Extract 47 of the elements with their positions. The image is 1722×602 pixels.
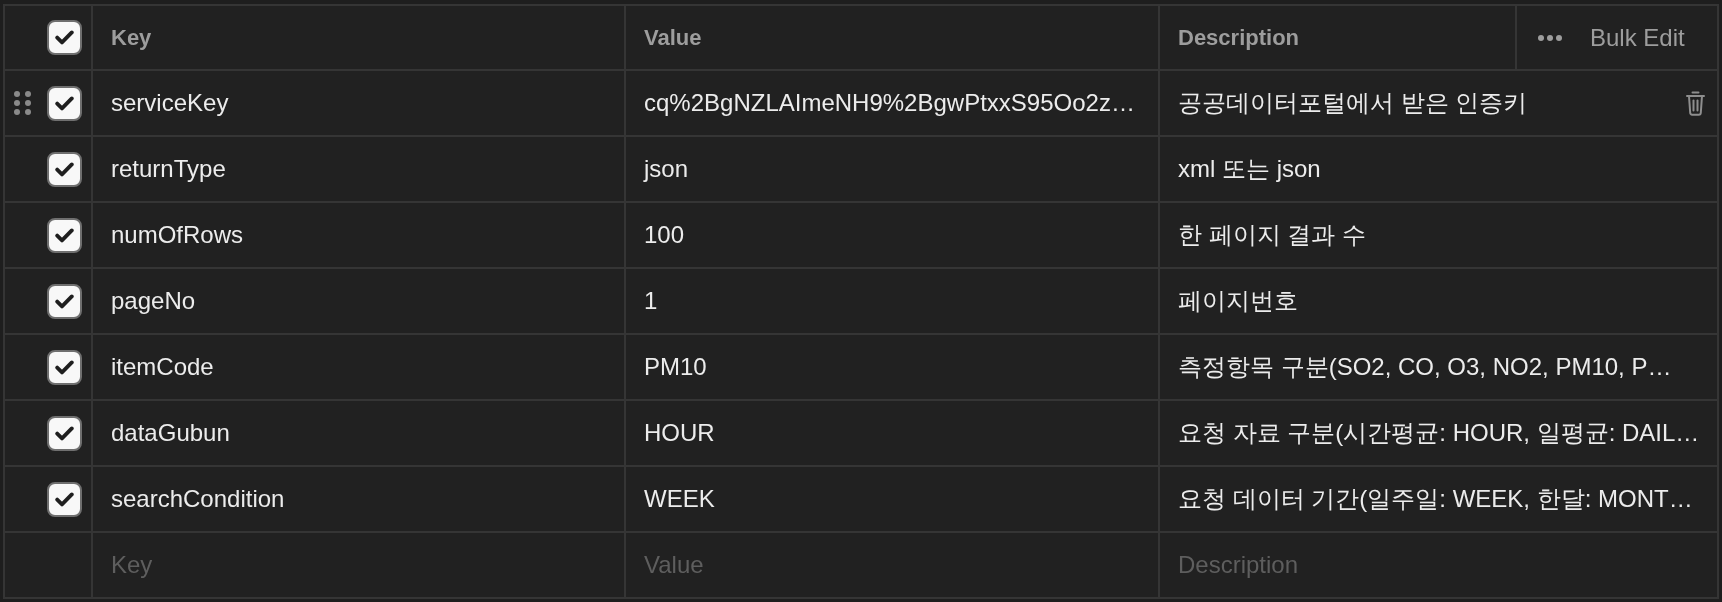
value-column-header: Value bbox=[644, 24, 702, 51]
check-icon bbox=[55, 491, 74, 507]
check-icon bbox=[55, 293, 74, 309]
more-icon[interactable] bbox=[1538, 34, 1562, 41]
description-input[interactable]: Description bbox=[1178, 551, 1705, 579]
param-value: HOUR bbox=[644, 419, 715, 447]
param-value: 1 bbox=[644, 287, 658, 315]
description-column-header: Description bbox=[1178, 24, 1300, 51]
checkbox[interactable] bbox=[47, 481, 82, 517]
trash-icon[interactable] bbox=[1686, 90, 1705, 116]
param-value: WEEK bbox=[644, 485, 715, 513]
checkbox[interactable] bbox=[47, 151, 82, 187]
check-icon bbox=[55, 161, 74, 177]
key-input[interactable]: Key bbox=[111, 551, 612, 579]
key-column-header: Key bbox=[111, 24, 152, 51]
checkbox[interactable] bbox=[47, 85, 82, 121]
drag-handle-icon[interactable] bbox=[14, 91, 31, 115]
check-icon bbox=[55, 425, 74, 441]
checkbox[interactable] bbox=[47, 283, 82, 319]
param-key: serviceKey bbox=[111, 89, 229, 117]
param-key: pageNo bbox=[111, 287, 196, 315]
param-value: json bbox=[644, 155, 689, 183]
param-description: 한 페이지 결과 수 bbox=[1178, 220, 1366, 250]
param-description: 요청 데이터 기간(일주일: WEEK, 한달: MONT… bbox=[1178, 484, 1693, 514]
param-description: 측정항목 구분(SO2, CO, O3, NO2, PM10, P… bbox=[1178, 352, 1672, 382]
check-icon bbox=[55, 30, 74, 45]
checkbox[interactable] bbox=[47, 415, 82, 451]
checkbox[interactable] bbox=[47, 349, 82, 385]
param-key: numOfRows bbox=[111, 221, 244, 249]
check-icon bbox=[55, 359, 74, 375]
param-key: itemCode bbox=[111, 353, 214, 381]
param-description: 공공데이터포털에서 받은 인증키 bbox=[1178, 88, 1528, 118]
param-description: 페이지번호 bbox=[1178, 286, 1298, 316]
param-value: cq%2BgNZLAImeNH9%2BgwPtxxS95Oo2z… bbox=[644, 89, 1135, 117]
checkbox[interactable] bbox=[47, 217, 82, 253]
param-value: PM10 bbox=[644, 353, 707, 381]
check-icon bbox=[55, 227, 74, 243]
param-key: searchCondition bbox=[111, 485, 285, 513]
bulk-edit-button[interactable]: Bulk Edit bbox=[1590, 23, 1685, 52]
param-description: 요청 자료 구분(시간평균: HOUR, 일평균: DAIL… bbox=[1178, 418, 1700, 448]
param-key: dataGubun bbox=[111, 419, 230, 447]
param-key: returnType bbox=[111, 155, 226, 183]
checkbox[interactable] bbox=[47, 20, 82, 55]
param-description: xml 또는 json bbox=[1178, 154, 1321, 184]
param-value: 100 bbox=[644, 221, 685, 249]
check-icon bbox=[55, 95, 74, 111]
value-input[interactable]: Value bbox=[644, 551, 1146, 579]
